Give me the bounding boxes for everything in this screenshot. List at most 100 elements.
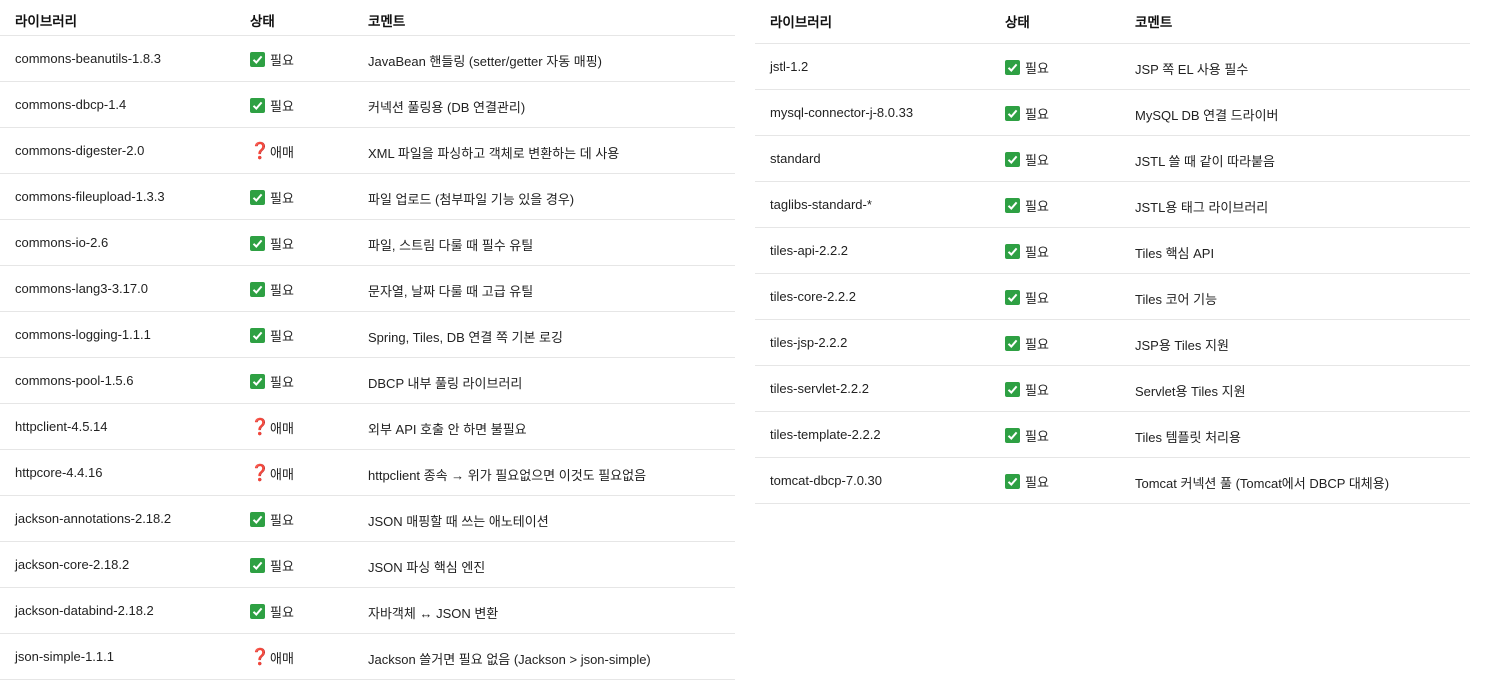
- status-label: 필요: [270, 237, 294, 252]
- status-badge: 필요: [1005, 334, 1049, 353]
- table-row: taglibs-standard-* 필요 JSTL용 태그 라이브러리: [755, 182, 1470, 228]
- check-icon: [250, 98, 265, 113]
- status-badge: 필요: [1005, 242, 1049, 261]
- comment-text: 커넥션 풀링용 (DB 연결관리): [368, 100, 526, 115]
- status-label: 필요: [1025, 383, 1049, 398]
- question-icon: ❓: [250, 418, 270, 436]
- status-badge: 필요: [1005, 104, 1049, 123]
- check-icon: [250, 282, 265, 297]
- library-name: commons-fileupload-1.3.3: [15, 189, 165, 204]
- comment-text: 파일, 스트림 다룰 때 필수 유틸: [368, 238, 534, 253]
- library-name: taglibs-standard-*: [770, 197, 872, 212]
- table-row: jstl-1.2 필요 JSP 쪽 EL 사용 필수: [755, 44, 1470, 90]
- status-label: 필요: [1025, 153, 1049, 168]
- status-label: 필요: [270, 191, 294, 206]
- table-row: commons-fileupload-1.3.3 필요 파일 업로드 (첨부파일 기…: [0, 174, 735, 220]
- header-status: 상태: [1005, 15, 1030, 30]
- status-label: 필요: [1025, 429, 1049, 444]
- check-icon: [1005, 336, 1020, 351]
- status-badge: ❓ 애매: [250, 142, 294, 161]
- library-name: tiles-core-2.2.2: [770, 289, 856, 304]
- library-name: httpcore-4.4.16: [15, 465, 103, 480]
- header-status: 상태: [250, 14, 275, 29]
- table-row: tiles-servlet-2.2.2 필요 Servlet용 Tiles 지원: [755, 366, 1470, 412]
- comment-text: Servlet용 Tiles 지원: [1135, 384, 1246, 399]
- table-row: commons-dbcp-1.4 필요 커넥션 풀링용 (DB 연결관리): [0, 82, 735, 128]
- comment-text: Jackson 쓸거면 필요 없음 (Jackson > json-simple…: [368, 652, 651, 667]
- library-name: tiles-servlet-2.2.2: [770, 381, 869, 396]
- right-table: 라이브러리 상태 코멘트 jstl-1.2 필요 JSP 쪽 EL 사용 필수 mysql-…: [755, 0, 1470, 504]
- comment-text: XML 파일을 파싱하고 객체로 변환하는 데 사용: [368, 146, 620, 161]
- header-library: 라이브러리: [770, 15, 833, 30]
- check-icon: [250, 328, 265, 343]
- check-icon: [250, 236, 265, 251]
- status-label: 필요: [270, 99, 294, 114]
- header-library: 라이브러리: [15, 14, 78, 29]
- status-label: 애매: [270, 651, 294, 666]
- table-row: tiles-core-2.2.2 필요 Tiles 코어 기능: [755, 274, 1470, 320]
- status-label: 애매: [270, 145, 294, 160]
- table-row: httpcore-4.4.16 ❓ 애매 httpclient 종속 → 위가 필요없…: [0, 450, 735, 496]
- header-comment: 코멘트: [1135, 15, 1173, 30]
- library-name: standard: [770, 151, 821, 166]
- status-label: 필요: [1025, 291, 1049, 306]
- check-icon: [1005, 60, 1020, 75]
- table-row: commons-lang3-3.17.0 필요 문자열, 날짜 다룰 때 고급 유틸: [0, 266, 735, 312]
- library-name: commons-lang3-3.17.0: [15, 281, 148, 296]
- status-badge: 필요: [250, 510, 294, 529]
- library-name: jackson-annotations-2.18.2: [15, 511, 172, 526]
- comment-text: Tomcat 커넥션 풀 (Tomcat에서 DBCP 대체용): [1135, 476, 1390, 491]
- table-row: mysql-connector-j-8.0.33 필요 MySQL DB 연결 드라…: [755, 90, 1470, 136]
- check-icon: [1005, 152, 1020, 167]
- question-icon: ❓: [250, 648, 270, 666]
- status-label: 필요: [270, 283, 294, 298]
- status-label: 필요: [1025, 199, 1049, 214]
- comment-text: JSON 매핑할 때 쓰는 애노테이션: [368, 514, 549, 529]
- status-label: 애매: [270, 467, 294, 482]
- comment-text: Tiles 코어 기능: [1135, 292, 1218, 307]
- library-name: jackson-databind-2.18.2: [15, 603, 154, 618]
- status-label: 필요: [270, 53, 294, 68]
- table-row: tomcat-dbcp-7.0.30 필요 Tomcat 커넥션 풀 (Tomcat…: [755, 458, 1470, 504]
- status-label: 필요: [1025, 337, 1049, 352]
- status-badge: 필요: [1005, 426, 1049, 445]
- library-name: tiles-api-2.2.2: [770, 243, 849, 258]
- table-header: 라이브러리 상태 코멘트: [755, 0, 1470, 44]
- status-badge: ❓ 애매: [250, 464, 294, 483]
- comment-text: httpclient 종속 → 위가 필요없으면 이것도 필요없음: [368, 468, 647, 483]
- status-badge: 필요: [250, 556, 294, 575]
- status-badge: 필요: [1005, 288, 1049, 307]
- status-label: 필요: [270, 329, 294, 344]
- table-row: standard 필요 JSTL 쓸 때 같이 따라붙음: [755, 136, 1470, 182]
- status-badge: 필요: [250, 50, 294, 69]
- status-label: 필요: [1025, 107, 1049, 122]
- library-name: tiles-template-2.2.2: [770, 427, 881, 442]
- table-row: commons-logging-1.1.1 필요 Spring, Tiles, DB…: [0, 312, 735, 358]
- status-label: 필요: [270, 375, 294, 390]
- comment-text: Tiles 템플릿 처리용: [1135, 430, 1241, 445]
- check-icon: [1005, 106, 1020, 121]
- library-name: commons-pool-1.5.6: [15, 373, 134, 388]
- status-badge: 필요: [1005, 380, 1049, 399]
- status-label: 필요: [1025, 475, 1049, 490]
- library-name: commons-dbcp-1.4: [15, 97, 127, 112]
- library-name: httpclient-4.5.14: [15, 419, 108, 434]
- status-badge: 필요: [1005, 472, 1049, 491]
- table-row: jackson-annotations-2.18.2 필요 JSON 매핑할 때 쓰…: [0, 496, 735, 542]
- table-header: 라이브러리 상태 코멘트: [0, 0, 735, 36]
- check-icon: [1005, 382, 1020, 397]
- library-name: mysql-connector-j-8.0.33: [770, 105, 914, 120]
- status-badge: ❓ 애매: [250, 418, 294, 437]
- comment-text: 파일 업로드 (첨부파일 기능 있을 경우): [368, 192, 575, 207]
- status-badge: ❓ 애매: [250, 648, 294, 667]
- check-icon: [250, 604, 265, 619]
- status-badge: 필요: [250, 96, 294, 115]
- status-label: 필요: [1025, 61, 1049, 76]
- table-row: commons-beanutils-1.8.3 필요 JavaBean 핸들링 (s…: [0, 36, 735, 82]
- comment-text: DBCP 내부 풀링 라이브러리: [368, 376, 523, 391]
- table-row: jackson-databind-2.18.2 필요 자바객체 ↔ JSON 변환: [0, 588, 735, 634]
- check-icon: [1005, 474, 1020, 489]
- comment-text: JavaBean 핸들링 (setter/getter 자동 매핑): [368, 54, 603, 69]
- comment-text: JSP용 Tiles 지원: [1135, 338, 1229, 353]
- library-name: tiles-jsp-2.2.2: [770, 335, 848, 350]
